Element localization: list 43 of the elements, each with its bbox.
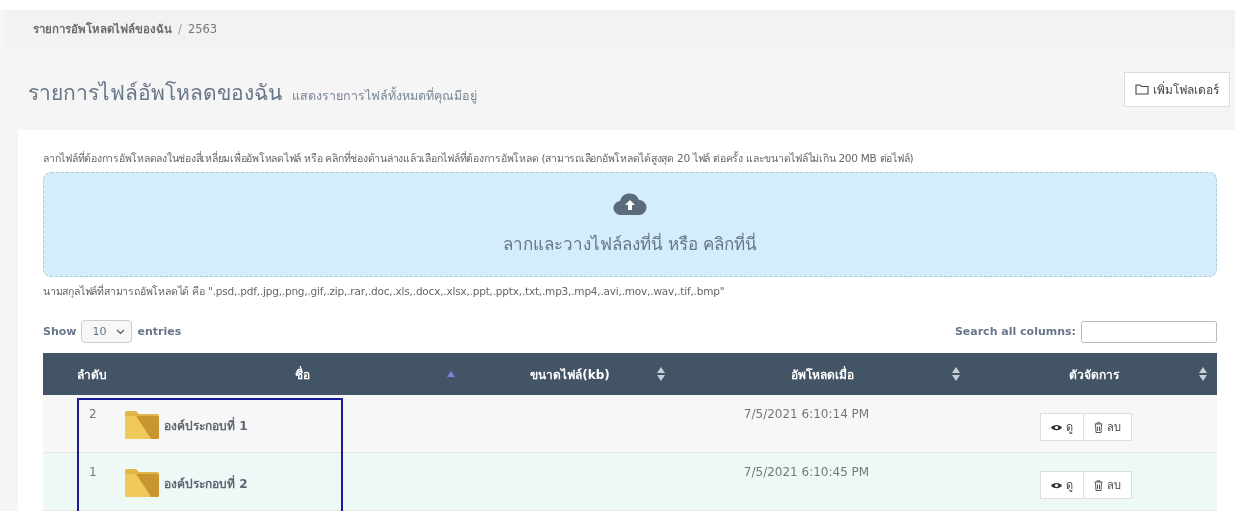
dropzone[interactable]: ลากและวางไฟล์ลงที่นี่ หรือ คลิกที่นี่ — [43, 172, 1217, 277]
breadcrumb-item[interactable]: รายการอัพโหลดไฟล์ของฉัน — [33, 20, 172, 38]
show-label: Show — [43, 325, 77, 338]
column-header[interactable]: ลำดับ — [43, 353, 140, 395]
table-cell-text: 7/5/2021 6:10:14 PM — [743, 407, 870, 423]
view-button[interactable]: ดู — [1039, 413, 1084, 441]
allowed-file-types: นามสกุลไฟล์ที่สามารถอัพโหลดได้ คือ ".psd,.pdf,.jpg,.png,.gif,.zip,.rar,.doc,.xls,.docx,.xlsx,.ppt,.pptx,.txt,.mp3,.mp4,.avi,.mov,.wav,.tif,.bmp" — [43, 283, 726, 300]
search-field[interactable] — [1081, 320, 1217, 343]
page-subtitle: แสดงรายการไฟล์ทั้งหมดที่คุณมีอยู่ — [292, 87, 478, 103]
cloud-upload-icon — [613, 192, 647, 216]
chevron-down-icon — [116, 328, 126, 335]
delete-button[interactable]: ลบ — [1083, 413, 1132, 441]
folder-icon — [1135, 83, 1149, 95]
sort-icon — [1199, 367, 1207, 381]
eye-icon — [1050, 481, 1062, 489]
folder-icon — [124, 410, 160, 440]
table-cell-text: 7/5/2021 6:10:45 PM — [743, 465, 870, 481]
delete-button[interactable]: ลบ — [1083, 471, 1132, 499]
view-button[interactable]: ดู — [1039, 471, 1084, 499]
entries-label: entries — [137, 325, 182, 338]
table-cell-text: 2 — [89, 407, 97, 423]
folder-name[interactable]: องค์ประกอบที่ 1 — [164, 410, 248, 452]
trash-icon — [1093, 421, 1103, 433]
search-label: Search all columns: — [954, 325, 1076, 338]
eye-icon — [1050, 423, 1062, 431]
column-header[interactable]: ขนาดไฟล์(kb) — [465, 353, 675, 395]
folder-icon — [124, 468, 160, 498]
column-header[interactable]: ชื่อ — [140, 353, 465, 395]
breadcrumb-item: 2563 — [187, 22, 218, 36]
column-header[interactable]: ตัวจัดการ — [970, 353, 1217, 395]
entries-select[interactable]: 10 — [81, 320, 133, 343]
sort-ascending-icon — [447, 371, 455, 377]
folder-name[interactable]: องค์ประกอบที่ 2 — [164, 468, 248, 510]
upload-instructions: ลากไฟล์ที่ต้องการอัพโหลดลงในช่องสี่เหลี่ยมเพื่ออัพโหลดไฟล์ หรือ คลิกที่ช่องด้านล่างแล้วเลือกไฟล์ที่ต้องการอัพโหลด (สามารถเลือกอัพโหลดได้สูงสุด 20 ไฟล์ ต่อครั้ง และขนาดไฟล์ไม่เกิน 200 MB ต่อไฟล์) — [43, 150, 915, 167]
column-header[interactable]: อัพโหลดเมื่อ — [675, 353, 970, 395]
page-title: รายการไฟล์อัพโหลดของฉัน — [28, 80, 282, 105]
sort-icon — [657, 367, 665, 381]
add-folder-button[interactable]: เพิ่มโฟลเดอร์ — [1124, 71, 1230, 107]
sort-icon — [952, 367, 960, 381]
breadcrumb-separator: / — [178, 22, 182, 36]
dropzone-label: ลากและวางไฟล์ลงที่นี่ หรือ คลิกที่นี่ — [502, 231, 758, 256]
table-cell-text: 1 — [89, 465, 97, 481]
trash-icon — [1093, 479, 1103, 491]
